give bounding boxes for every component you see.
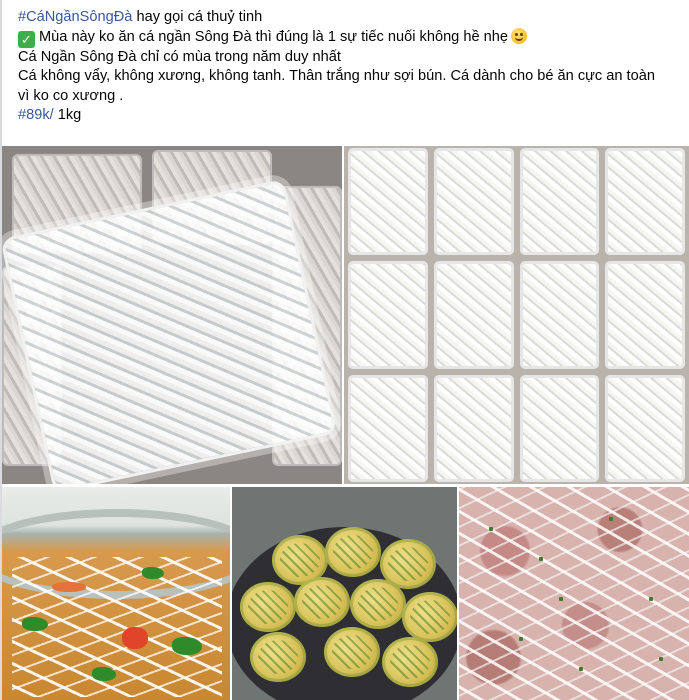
fish-noodle-soup-photo[interactable] xyxy=(2,487,230,700)
post-text: #CáNgầnSôngĐà hay gọi cá thuỷ tinh ✓ Mùa … xyxy=(18,8,681,126)
hashtag-89k[interactable]: #89k/ xyxy=(18,107,54,123)
photo-grid xyxy=(2,146,689,700)
glass-fish-trays-grid-photo[interactable] xyxy=(344,146,689,484)
hashtag-ca-ngan-song-da[interactable]: #CáNgầnSôngĐà xyxy=(18,9,132,25)
post-line-5: vì ko co xương . xyxy=(18,87,124,104)
post-line-4: Cá không vẩy, không xương, không tanh. T… xyxy=(18,68,655,84)
check-mark-icon: ✓ xyxy=(18,30,35,48)
facebook-post: #CáNgầnSôngĐà hay gọi cá thuỷ tinh ✓ Mùa … xyxy=(0,0,689,700)
post-line-3: Cá Ngần Sông Đà chỉ có mùa trong năm duy… xyxy=(18,48,341,65)
fish-meat-mix-photo[interactable] xyxy=(459,487,689,700)
glass-fish-tray-closeup-photo[interactable] xyxy=(2,146,342,484)
post-line-1: #CáNgầnSôngĐà hay gọi cá thuỷ tinh xyxy=(18,9,263,25)
fish-patties-pan-photo[interactable] xyxy=(232,487,457,700)
post-line-2: ✓ Mùa này ko ăn cá ngần Sông Đà thì đúng … xyxy=(18,27,681,48)
post-line-6: #89k/ 1kg xyxy=(18,107,82,123)
grinning-sweat-emoji-icon xyxy=(511,27,527,44)
